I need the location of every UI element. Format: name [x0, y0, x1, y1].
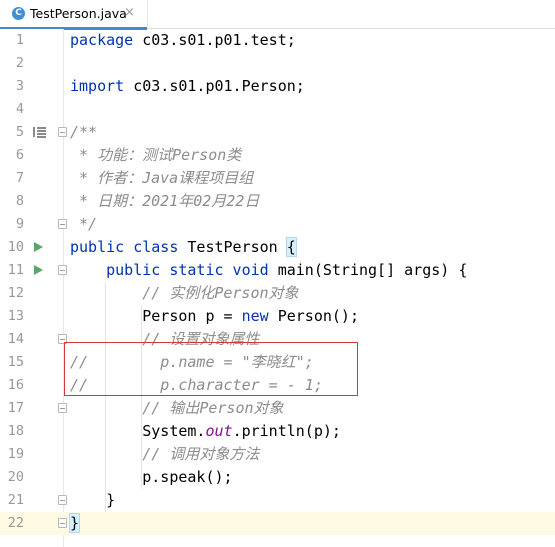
indent-guide [105, 282, 106, 512]
line-number: 21 [7, 492, 24, 508]
line-number: 19 [7, 446, 24, 462]
code-text: System. [70, 422, 206, 440]
matched-brace: } [68, 513, 81, 533]
rendered-doc-icon[interactable] [33, 126, 46, 138]
code-text: main(String[] args) { [268, 261, 468, 279]
line-number: 1 [15, 32, 24, 48]
line-number: 12 [7, 285, 24, 301]
line-number: 3 [15, 78, 24, 94]
code-line[interactable]: 18 System.out.println(p); [0, 420, 555, 443]
line-comment: // 实例化Person对象 [142, 284, 299, 302]
keyword: public class [70, 238, 179, 256]
line-number: 15 [7, 354, 24, 370]
javadoc-comment: */ [70, 215, 98, 233]
static-field: out [205, 422, 233, 440]
line-number: 18 [7, 423, 24, 439]
line-comment: // 输出Person对象 [142, 399, 284, 417]
code-text: } [70, 491, 116, 509]
line-number: 7 [15, 170, 24, 186]
code-line[interactable]: 12 // 实例化Person对象 [0, 282, 555, 305]
code-line[interactable]: 1 package c03.s01.p01.test; [0, 29, 555, 52]
run-method-icon[interactable] [34, 265, 43, 275]
line-number: 20 [7, 469, 24, 485]
code-line[interactable]: 13 Person p = new Person(); [0, 305, 555, 328]
code-line[interactable]: 6 * 功能：测试Person类 [0, 144, 555, 167]
fold-toggle-icon[interactable] [58, 403, 67, 413]
tab-title: TestPerson.java [30, 6, 127, 21]
code-line[interactable]: 3 import c03.s01.p01.Person; [0, 75, 555, 98]
javadoc-comment: * 作者：Java课程项目组 [70, 169, 254, 187]
code-line[interactable]: 7 * 作者：Java课程项目组 [0, 167, 555, 190]
matched-brace: { [285, 237, 297, 257]
fold-toggle-icon[interactable] [58, 518, 67, 528]
line-number: 10 [7, 239, 24, 255]
keyword: new [241, 307, 269, 325]
line-number: 11 [7, 262, 24, 278]
code-line[interactable]: 10 public class TestPerson { [0, 236, 555, 259]
javadoc-comment: /** [70, 123, 98, 141]
java-class-icon: C [12, 7, 25, 20]
code-line[interactable]: 5 /** [0, 121, 555, 144]
line-number: 9 [15, 216, 24, 232]
code-text: Person(); [268, 307, 359, 325]
fold-toggle-icon[interactable] [58, 265, 67, 275]
code-text: Person p = [70, 307, 242, 325]
javadoc-comment: * 日期：2021年02月22日 [70, 192, 260, 210]
run-class-icon[interactable] [34, 242, 43, 252]
keyword: import [70, 77, 125, 95]
line-number: 13 [7, 308, 24, 324]
editor-tab-bar: C TestPerson.java × [0, 0, 555, 30]
fold-toggle-icon[interactable] [58, 219, 67, 229]
code-line[interactable]: 11 public static void main(String[] args… [0, 259, 555, 282]
highlight-annotation-box [64, 342, 358, 396]
close-icon[interactable]: × [124, 5, 135, 20]
code-line[interactable]: 17 // 输出Person对象 [0, 397, 555, 420]
code-line[interactable]: 19 // 调用对象方法 [0, 443, 555, 466]
javadoc-comment: * 功能：测试Person类 [70, 146, 242, 164]
line-number: 22 [7, 515, 24, 531]
code-text: p.speak(); [70, 468, 233, 486]
line-number: 16 [7, 377, 24, 393]
code-line[interactable]: 2 [0, 52, 555, 75]
line-number: 8 [15, 193, 24, 209]
fold-toggle-icon[interactable] [58, 127, 67, 137]
line-number: 5 [15, 124, 24, 140]
code-line[interactable]: 4 [0, 98, 555, 121]
class-name: TestPerson [178, 238, 287, 256]
code-line-current[interactable]: 22 } [0, 512, 555, 535]
code-line[interactable]: 9 */ [0, 213, 555, 236]
line-number: 2 [15, 55, 24, 71]
tab-testperson[interactable]: C TestPerson.java × [0, 0, 148, 30]
keyword: package [70, 31, 134, 49]
line-number: 6 [15, 147, 24, 163]
fold-toggle-icon[interactable] [58, 495, 67, 505]
line-comment: // 调用对象方法 [142, 445, 260, 463]
code-line[interactable]: 8 * 日期：2021年02月22日 [0, 190, 555, 213]
code-text: c03.s01.p01.Person; [124, 77, 305, 95]
line-number: 17 [7, 400, 24, 416]
code-text: c03.s01.p01.test; [133, 31, 296, 49]
keyword: public static void [106, 261, 269, 279]
line-number: 14 [7, 331, 24, 347]
code-text: .println(p); [232, 422, 341, 440]
code-line[interactable]: 20 p.speak(); [0, 466, 555, 489]
indent-guide [141, 305, 142, 489]
line-number: 4 [15, 101, 24, 117]
code-line[interactable]: 21 } [0, 489, 555, 512]
